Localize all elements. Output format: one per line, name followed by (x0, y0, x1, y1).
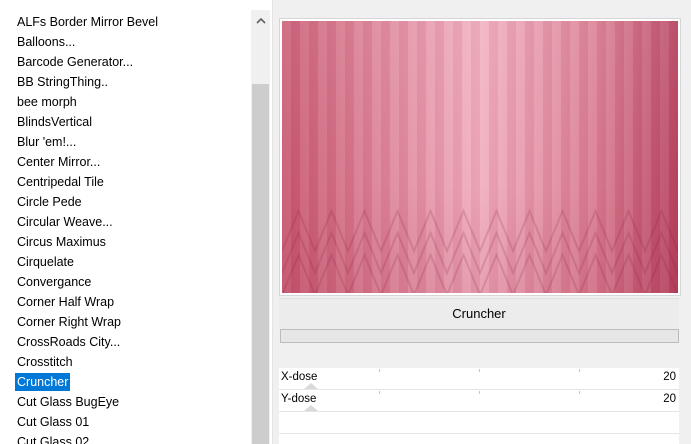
filter-name-title: Cruncher (279, 298, 679, 329)
chevron-up-icon (255, 17, 266, 24)
filter-list-item[interactable]: Cut Glass 02 (0, 432, 251, 444)
filter-list-item[interactable]: Circular Weave... (0, 212, 251, 232)
param-row-y-dose[interactable]: Y-dose 20 (279, 390, 679, 412)
filter-list-item-label: Circus Maximus (17, 235, 106, 249)
filter-list-item-label: Circle Pede (17, 195, 82, 209)
list-scrollbar[interactable] (251, 10, 270, 444)
slider-tick (379, 369, 380, 372)
filter-list-item-label: Corner Half Wrap (17, 295, 115, 309)
filter-name-label: Cruncher (452, 306, 506, 321)
filter-list-item[interactable]: Balloons... (0, 32, 251, 52)
filter-list-item-label: BB StringThing.. (17, 75, 109, 89)
filter-list-item[interactable]: BlindsVertical (0, 112, 251, 132)
filter-list-item[interactable]: Blur 'em!... (0, 132, 251, 152)
slider-tick (579, 391, 580, 394)
scroll-up-button[interactable] (251, 10, 270, 30)
filter-list-item[interactable]: Cut Glass 01 (0, 412, 251, 432)
filter-list-item[interactable]: ALFs Border Mirror Bevel (0, 12, 251, 32)
filter-list-item-label: Blur 'em!... (17, 135, 77, 149)
filter-list-item-label: ALFs Border Mirror Bevel (17, 15, 159, 29)
preview-zigzag-pattern (282, 208, 678, 293)
filter-list-item[interactable]: Circus Maximus (0, 232, 251, 252)
filter-list-item[interactable]: Centripedal Tile (0, 172, 251, 192)
param-label: X-dose (281, 371, 318, 383)
filter-list-item-label: Balloons... (17, 35, 76, 49)
param-value: 20 (663, 371, 676, 383)
filter-list-item[interactable]: Center Mirror... (0, 152, 251, 172)
param-row-empty (279, 412, 679, 434)
y-dose-slider-thumb[interactable] (304, 405, 318, 411)
filter-list-item-label: BlindsVertical (17, 115, 93, 129)
filter-list-item[interactable]: Convergance (0, 272, 251, 292)
progress-bar (280, 329, 679, 343)
slider-tick (379, 391, 380, 394)
filter-list-item-label: bee morph (17, 95, 77, 109)
scroll-thumb[interactable] (252, 84, 269, 444)
filter-list[interactable]: ALFs Border Mirror Bevel Balloons... Barco… (0, 12, 251, 444)
zigzag-line (282, 208, 678, 254)
filter-list-item-label: Cut Glass 01 (17, 415, 90, 429)
filter-list-item-label: Center Mirror... (17, 155, 101, 169)
slider-tick (479, 369, 480, 372)
filter-list-item-label: Cut Glass 02 (17, 435, 90, 444)
filter-list-item-label: Cirquelate (17, 255, 74, 269)
filter-list-item-label: Circular Weave... (17, 215, 113, 229)
filter-list-item[interactable]: Barcode Generator... (0, 52, 251, 72)
filter-list-item[interactable]: BB StringThing.. (0, 72, 251, 92)
filter-list-item-label: Corner Right Wrap (17, 315, 121, 329)
filter-list-item[interactable]: Corner Right Wrap (0, 312, 251, 332)
param-row-x-dose[interactable]: X-dose 20 (279, 368, 679, 390)
filter-list-item-label: Cut Glass BugEye (17, 395, 120, 409)
filter-list-item[interactable]: Circle Pede (0, 192, 251, 212)
slider-tick (479, 391, 480, 394)
param-label: Y-dose (281, 393, 317, 405)
filter-list-item[interactable]: Cirquelate (0, 252, 251, 272)
filter-list-item[interactable]: Cruncher (0, 372, 251, 392)
x-dose-slider-thumb[interactable] (304, 383, 318, 389)
filter-list-item-label: Crosstitch (17, 355, 73, 369)
filter-list-item[interactable]: CrossRoads City... (0, 332, 251, 352)
filter-list-item-label: CrossRoads City... (17, 335, 121, 349)
filter-list-item[interactable]: Corner Half Wrap (0, 292, 251, 312)
filter-list-item-label: Cruncher (15, 373, 71, 391)
filter-list-item-label: Barcode Generator... (17, 55, 134, 69)
filter-list-item[interactable]: Cut Glass BugEye (0, 392, 251, 412)
slider-tick (579, 369, 580, 372)
filter-list-item[interactable]: bee morph (0, 92, 251, 112)
filter-preview-image (282, 21, 678, 293)
param-value: 20 (663, 393, 676, 405)
filter-list-item-label: Centripedal Tile (17, 175, 104, 189)
preview-frame (279, 18, 681, 296)
filter-list-item[interactable]: Crosstitch (0, 352, 251, 372)
parameter-panel: X-dose 20 Y-dose 20 (279, 368, 679, 444)
filter-list-panel: ALFs Border Mirror Bevel Balloons... Barco… (0, 0, 273, 444)
filter-list-item-label: Convergance (17, 275, 92, 289)
